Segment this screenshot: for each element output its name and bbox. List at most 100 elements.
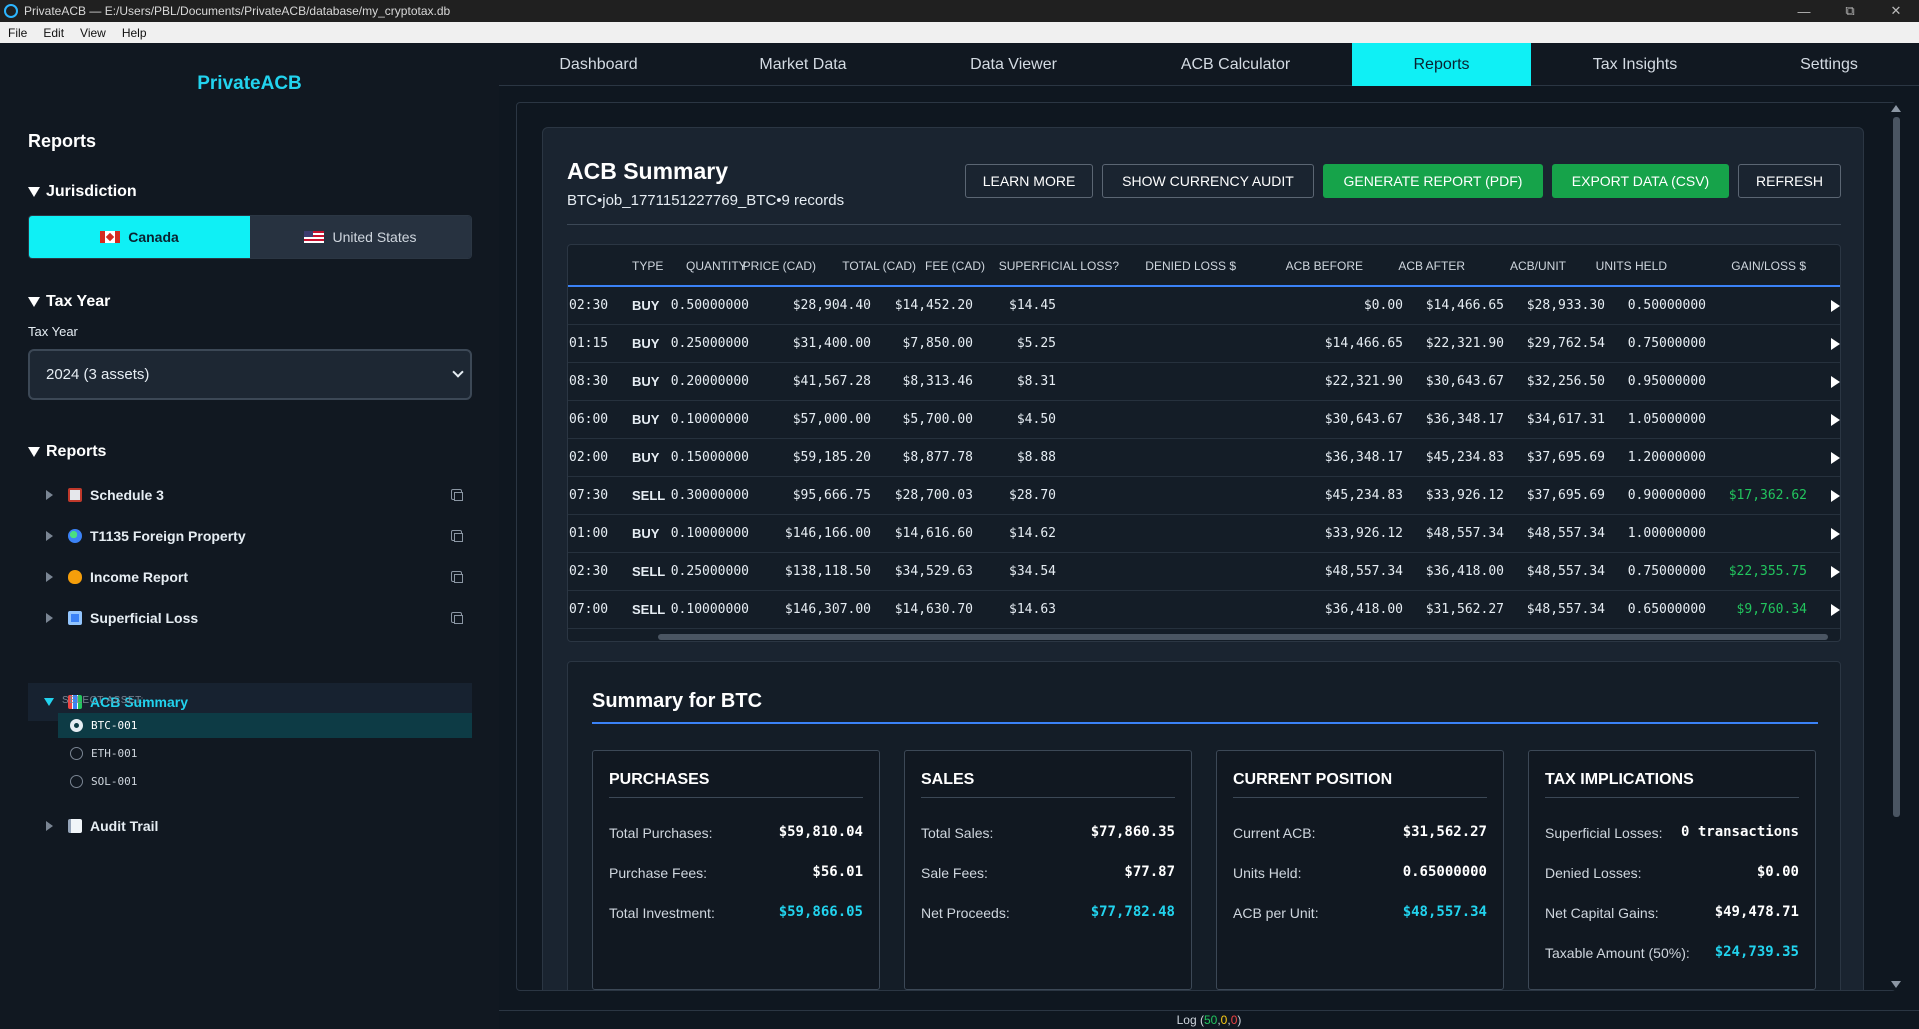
cell-fee: $14.62 (1009, 526, 1056, 541)
column-header[interactable]: DENIED LOSS $ (1145, 259, 1236, 273)
table-row[interactable]: 02:30 SELL 0.25000000 $138,118.50 $34,529.63… (568, 553, 1840, 591)
close-icon[interactable]: ✕ (1873, 0, 1919, 22)
kv-value: 0.65000000 (1402, 864, 1487, 880)
horizontal-scrollbar[interactable] (658, 634, 1828, 640)
summary-section: Summary for BTC PURCHASES Total Purchase… (567, 661, 1841, 990)
table-row[interactable]: 01:15 BUY 0.25000000 $31,400.00 $7,850.00 $5.… (568, 325, 1840, 363)
kv-label: Purchase Fees: (609, 865, 708, 881)
scrollbar-thumb[interactable] (1893, 117, 1900, 817)
cell-after: $48,557.34 (1425, 526, 1504, 541)
tab-dashboard[interactable]: Dashboard (499, 43, 698, 86)
asset-option-sol[interactable]: SOL-001 (58, 769, 472, 794)
column-header[interactable]: TOTAL (CAD) (842, 259, 916, 273)
expand-row-icon[interactable] (1831, 300, 1840, 312)
box-divider (921, 797, 1175, 798)
cell-fee: $28.70 (1009, 488, 1056, 503)
vertical-scrollbar[interactable] (1890, 103, 1902, 990)
copy-icon[interactable] (451, 571, 463, 583)
expand-row-icon[interactable] (1831, 376, 1840, 388)
cell-unit: $34,617.31 (1526, 412, 1605, 427)
column-header[interactable]: TYPE (632, 259, 663, 273)
kv-label: Current ACB: (1233, 825, 1316, 841)
column-header[interactable]: GAIN/LOSS $ (1731, 259, 1806, 273)
expand-row-icon[interactable] (1831, 490, 1840, 502)
menu-edit[interactable]: Edit (35, 26, 72, 40)
table-row[interactable]: 06:00 BUY 0.10000000 $57,000.00 $5,700.00 $4.… (568, 401, 1840, 439)
reports-section-toggle[interactable]: Reports (28, 443, 106, 461)
summary-divider (592, 722, 1818, 724)
menu-help[interactable]: Help (114, 26, 155, 40)
refresh-button[interactable]: REFRESH (1738, 164, 1841, 198)
column-header[interactable]: FEE (CAD) (925, 259, 985, 273)
cell-held: 0.75000000 (1627, 564, 1706, 579)
cell-type: BUY (632, 336, 660, 351)
column-header[interactable]: UNITS HELD (1596, 259, 1667, 273)
expand-row-icon[interactable] (1831, 338, 1840, 350)
copy-icon[interactable] (451, 530, 463, 542)
log-label[interactable]: Log (1177, 1013, 1197, 1027)
report-item-audit-trail[interactable]: Audit Trail (28, 807, 472, 845)
tab-acb-calculator[interactable]: ACB Calculator (1119, 43, 1352, 86)
show-currency-audit-button[interactable]: SHOW CURRENCY AUDIT (1102, 164, 1314, 198)
expand-row-icon[interactable] (1831, 604, 1840, 616)
column-header[interactable]: ACB AFTER (1398, 259, 1465, 273)
report-subtitle: BTC•job_1771151227769_BTC•9 records (567, 192, 845, 209)
box-divider (1233, 797, 1487, 798)
tab-reports[interactable]: Reports (1352, 43, 1531, 86)
cell-price: $146,166.00 (784, 526, 871, 541)
column-header[interactable]: PRICE (CAD) (743, 259, 816, 273)
kv-value: $49,478.71 (1714, 904, 1799, 920)
expand-row-icon[interactable] (1831, 566, 1840, 578)
cell-type: SELL (632, 488, 666, 503)
column-header[interactable]: SUPERFICIAL LOSS? (999, 259, 1119, 273)
table-row[interactable]: 02:30 BUY 0.50000000 $28,904.40 $14,452.20 $1… (568, 287, 1840, 325)
tab-tax-insights[interactable]: Tax Insights (1531, 43, 1739, 86)
jurisdiction-us[interactable]: United States (250, 216, 471, 258)
tab-data-viewer[interactable]: Data Viewer (908, 43, 1119, 86)
kv-value: $0.00 (1756, 864, 1799, 880)
generate-report-pdf-button[interactable]: GENERATE REPORT (PDF) (1323, 164, 1543, 198)
expand-row-icon[interactable] (1831, 452, 1840, 464)
money-bag-icon (68, 570, 82, 584)
tax-year-select[interactable]: 2024 (3 assets) (28, 349, 472, 400)
main-tabs: Dashboard Market Data Data Viewer ACB Ca… (499, 43, 1919, 86)
cell-type: BUY (632, 374, 660, 389)
table-row[interactable]: 08:30 BUY 0.20000000 $41,567.28 $8,313.46 $8.… (568, 363, 1840, 401)
tab-market-data[interactable]: Market Data (698, 43, 908, 86)
report-item-schedule-3[interactable]: Schedule 3 (28, 476, 472, 514)
report-item-income[interactable]: Income Report (28, 558, 472, 596)
expand-row-icon[interactable] (1831, 414, 1840, 426)
jurisdiction-canada[interactable]: Canada (29, 216, 250, 258)
tax-year-section-toggle[interactable]: Tax Year (28, 293, 110, 311)
minimize-icon[interactable]: — (1781, 0, 1827, 22)
tab-settings[interactable]: Settings (1739, 43, 1919, 86)
copy-icon[interactable] (451, 489, 463, 501)
brand-logo: PrivateACB (197, 73, 302, 94)
table-row[interactable]: 07:30 SELL 0.30000000 $95,666.75 $28,700.03 $… (568, 477, 1840, 515)
scroll-up-icon[interactable] (1891, 105, 1901, 112)
asset-option-btc[interactable]: BTC-001 (58, 713, 472, 738)
asset-option-eth[interactable]: ETH-001 (58, 741, 472, 766)
copy-icon[interactable] (451, 612, 463, 624)
menu-file[interactable]: File (0, 26, 35, 40)
report-item-label: Superficial Loss (90, 610, 199, 626)
report-item-superficial-loss[interactable]: Superficial Loss (28, 599, 472, 637)
expand-row-icon[interactable] (1831, 528, 1840, 540)
menu-view[interactable]: View (72, 26, 114, 40)
cell-after: $33,926.12 (1425, 488, 1504, 503)
scroll-down-icon[interactable] (1891, 981, 1901, 988)
column-header[interactable]: ACB BEFORE (1286, 259, 1363, 273)
restore-icon[interactable]: ⧉ (1827, 0, 1873, 22)
cell-time: 01:00 (569, 526, 609, 541)
column-header[interactable]: ACB/UNIT (1510, 259, 1566, 273)
export-data-csv-button[interactable]: EXPORT DATA (CSV) (1552, 164, 1729, 198)
jurisdiction-section-toggle[interactable]: Jurisdiction (28, 183, 137, 201)
learn-more-button[interactable]: LEARN MORE (965, 164, 1093, 198)
table-row[interactable]: 07:00 SELL 0.10000000 $146,307.00 $14,630.70… (568, 591, 1840, 629)
column-header[interactable]: QUANTITY (686, 259, 747, 273)
cell-before: $36,418.00 (1324, 602, 1403, 617)
table-row[interactable]: 02:00 BUY 0.15000000 $59,185.20 $8,877.78 $8.… (568, 439, 1840, 477)
table-row[interactable]: 01:00 BUY 0.10000000 $146,166.00 $14,616.60 $… (568, 515, 1840, 553)
cell-qty: 0.20000000 (670, 374, 749, 389)
report-item-t1135[interactable]: T1135 Foreign Property (28, 517, 472, 555)
